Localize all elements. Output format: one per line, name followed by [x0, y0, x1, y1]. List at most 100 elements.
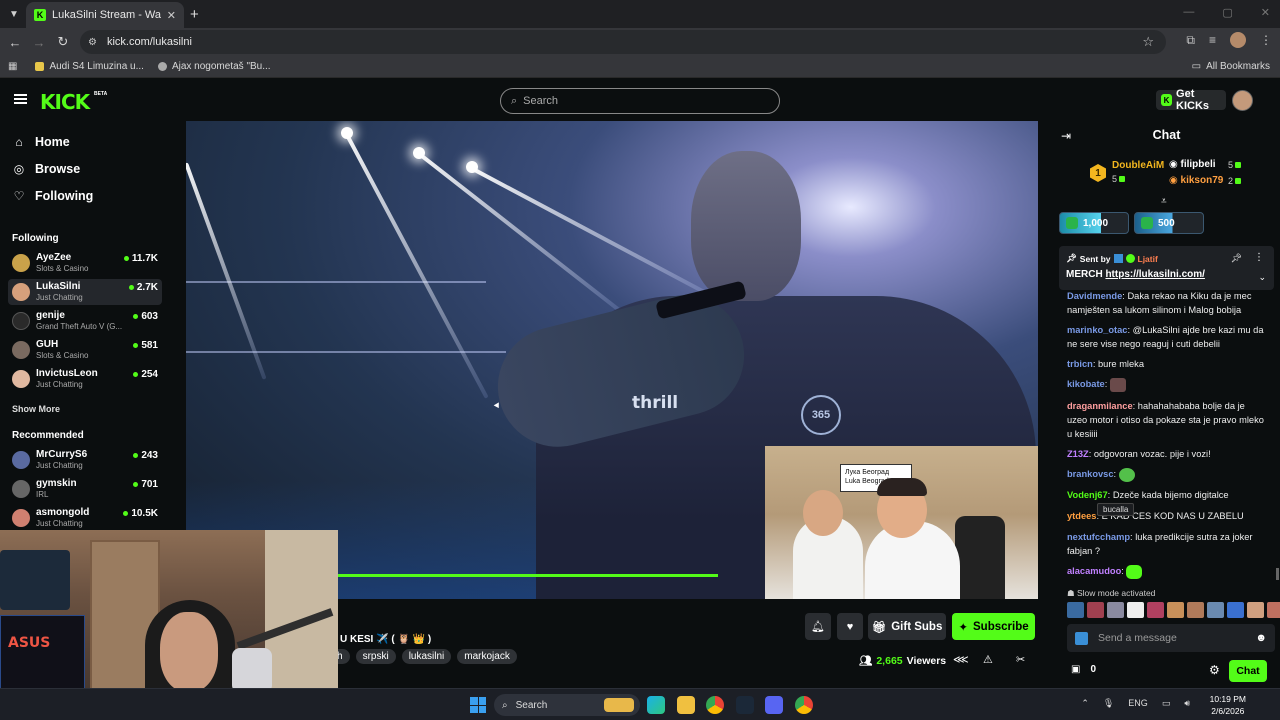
sidebar-nav-home[interactable]: ⌂ Home: [13, 135, 69, 149]
chat-username[interactable]: alacamudoo: [1067, 566, 1121, 576]
emoji-smiley-icon[interactable]: ☻: [1255, 632, 1267, 644]
chat-username[interactable]: draganmilance: [1067, 401, 1133, 411]
microphone-icon[interactable]: 🎙︎: [1103, 698, 1114, 709]
tag[interactable]: lukasilni: [401, 649, 452, 664]
kicks-send-icon[interactable]: [1075, 631, 1088, 645]
windows-start-icon[interactable]: [470, 697, 486, 713]
chat-username[interactable]: Z13Z: [1067, 449, 1089, 459]
back-arrow-icon[interactable]: ←: [3, 35, 27, 50]
profile-avatar-icon[interactable]: [1230, 32, 1246, 48]
chevron-down-icon[interactable]: ⌄: [1258, 272, 1266, 283]
sidebar-channel-mrcurrys6[interactable]: MrCurryS6 Just Chatting 243: [8, 447, 162, 473]
quick-emote-icon[interactable]: [1267, 602, 1280, 618]
steam-icon[interactable]: [736, 696, 754, 714]
bookmark-star-icon[interactable]: ☆: [1142, 34, 1154, 50]
more-options-icon[interactable]: ⋮: [1254, 252, 1264, 263]
forward-arrow-icon[interactable]: →: [27, 35, 51, 50]
subscribe-button[interactable]: ✦ Subscribe: [952, 613, 1035, 640]
follow-heart-button[interactable]: ♥: [837, 613, 863, 640]
apps-grid-icon[interactable]: ▦: [8, 61, 17, 72]
hamburger-menu-icon[interactable]: [14, 94, 27, 104]
video-progress-bar[interactable]: [338, 574, 718, 577]
quick-emote-icon[interactable]: [1207, 602, 1224, 618]
chat-message-input[interactable]: Send a message ☻: [1067, 624, 1275, 652]
volume-icon[interactable]: 🔊︎: [1184, 698, 1190, 709]
network-icon[interactable]: ▭: [1162, 698, 1171, 709]
gift-subs-button[interactable]: 🎁︎ Gift Subs: [868, 613, 946, 640]
edge-browser-icon[interactable]: [647, 696, 665, 714]
sidebar-channel-ayezee[interactable]: AyeZee Slots & Casino 11.7K: [8, 250, 162, 276]
chat-username[interactable]: ytdees: [1067, 511, 1096, 521]
kicks-goal-1000[interactable]: 1,000: [1059, 212, 1129, 234]
browser-tab-active[interactable]: K LukaSilni Stream - Watch Live o ✕: [26, 2, 184, 28]
taskbar-search[interactable]: ⌕ Search: [494, 694, 640, 716]
leader-name[interactable]: DoubleAiM: [1112, 160, 1164, 171]
taskbar-clock[interactable]: 10:19 PM 2/6/2026: [1210, 693, 1246, 717]
chat-username[interactable]: trbicn: [1067, 359, 1093, 369]
bookmark-audi[interactable]: Audi S4 Limuzina u...: [35, 61, 144, 72]
quick-emote-icon[interactable]: [1147, 602, 1164, 618]
discord-icon[interactable]: [765, 696, 783, 714]
bookmark-ajax[interactable]: Ajax nogometaš "Bu...: [157, 61, 271, 72]
sidebar-channel-genije[interactable]: genije Grand Theft Auto V (G... 603: [8, 308, 162, 334]
sidebar-channel-invictusleon[interactable]: InvictusLeon Just Chatting 254: [8, 366, 162, 392]
leader-name[interactable]: ◉ kikson79: [1169, 175, 1223, 186]
extensions-puzzle-icon[interactable]: ⧉: [1186, 33, 1195, 48]
menu-kebab-icon[interactable]: ⋮: [1260, 33, 1272, 47]
sidebar-channel-lukasilni[interactable]: LukaSilni Just Chatting 2.7K: [8, 279, 162, 305]
notifications-bell-button[interactable]: 🔔︎: [805, 613, 831, 640]
sidebar-channel-guh[interactable]: GUH Slots & Casino 581: [8, 337, 162, 363]
chat-username[interactable]: nextufcchamp: [1067, 532, 1130, 542]
quick-emote-icon[interactable]: [1227, 602, 1244, 618]
get-kicks-button[interactable]: K Get KICKs: [1156, 88, 1226, 112]
reload-icon[interactable]: ↻: [51, 34, 75, 50]
sidebar-nav-following[interactable]: ♡ Following: [13, 189, 94, 203]
sender-name[interactable]: Ljatif: [1138, 254, 1158, 264]
kicks-goal-500[interactable]: 500: [1134, 212, 1204, 234]
quick-emote-icon[interactable]: [1127, 602, 1144, 618]
search-input[interactable]: ⌕ Search: [500, 88, 780, 114]
tray-chevron-icon[interactable]: ⌃: [1081, 698, 1089, 709]
user-avatar[interactable]: [1232, 90, 1253, 111]
quick-emote-icon[interactable]: [1247, 602, 1264, 618]
show-more-link[interactable]: Show More: [12, 404, 60, 414]
quick-emote-icon[interactable]: [1187, 602, 1204, 618]
tab-search-chevron-icon[interactable]: ▼: [0, 0, 28, 28]
chat-username[interactable]: brankovsc: [1067, 469, 1114, 479]
quick-emote-icon[interactable]: [1107, 602, 1124, 618]
channel-points[interactable]: ▣ 0: [1071, 664, 1096, 675]
quick-emote-icon[interactable]: [1087, 602, 1104, 618]
sidebar-channel-gymskin[interactable]: gymskin IRL 701: [8, 476, 162, 502]
unpin-icon[interactable]: 📌︎: [1231, 253, 1242, 264]
media-controls-icon[interactable]: ≡: [1209, 33, 1216, 47]
chat-username[interactable]: Vodenj67: [1067, 490, 1108, 500]
maximize-icon[interactable]: ▢: [1222, 6, 1232, 19]
clip-icon[interactable]: ✂: [1016, 653, 1025, 666]
tag[interactable]: markojack: [457, 649, 517, 664]
chat-username[interactable]: marinko_otac: [1067, 325, 1127, 335]
share-icon[interactable]: ⋘: [953, 653, 969, 666]
kick-logo[interactable]: KICK: [40, 90, 90, 114]
chat-scrollbar[interactable]: [1276, 568, 1279, 580]
report-warning-icon[interactable]: ⚠: [983, 653, 993, 666]
language-indicator[interactable]: ENG: [1128, 698, 1148, 709]
close-window-icon[interactable]: ✕: [1261, 6, 1270, 19]
send-chat-button[interactable]: Chat: [1229, 660, 1267, 682]
quick-emote-icon[interactable]: [1067, 602, 1084, 618]
expand-chevron-icon[interactable]: ⩡: [1161, 196, 1167, 207]
merch-link[interactable]: https://lukasilni.com/: [1105, 269, 1204, 280]
file-explorer-icon[interactable]: [677, 696, 695, 714]
sidebar-channel-asmongold[interactable]: asmongold Just Chatting 10.5K: [8, 505, 162, 531]
leader-name[interactable]: ◉ filipbeli: [1169, 159, 1216, 170]
chrome-profile-icon[interactable]: [795, 696, 813, 714]
url-bar[interactable]: ⚙ kick.com/lukasilni ☆: [80, 30, 1166, 54]
tag[interactable]: srpski: [355, 649, 396, 664]
minimize-icon[interactable]: —: [1183, 6, 1194, 19]
all-bookmarks[interactable]: ▭ All Bookmarks: [1192, 61, 1270, 72]
new-tab-plus-icon[interactable]: +: [190, 6, 199, 23]
tab-close-icon[interactable]: ✕: [167, 9, 176, 22]
chat-username[interactable]: kikobate: [1067, 379, 1105, 389]
sidebar-nav-browse[interactable]: ◎ Browse: [13, 162, 80, 176]
chat-username[interactable]: Davidmende: [1067, 291, 1122, 301]
chat-settings-gear-icon[interactable]: ⚙: [1209, 663, 1220, 677]
